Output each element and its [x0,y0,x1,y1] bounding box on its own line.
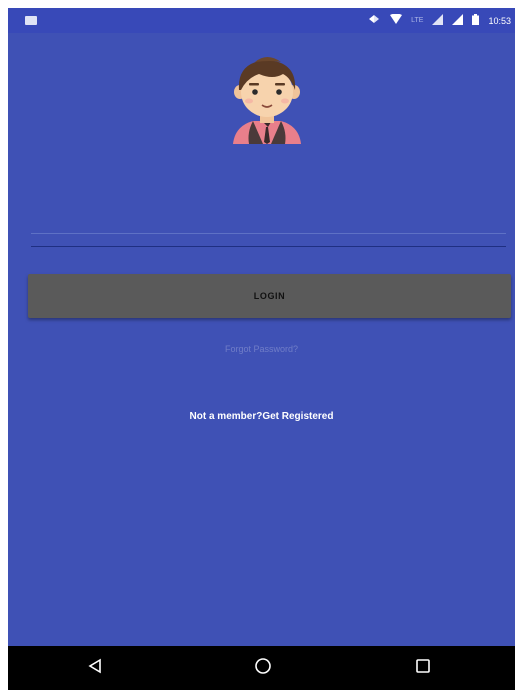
home-button[interactable] [233,646,293,690]
wifi-icon [390,13,403,28]
navigation-bar [8,646,515,690]
login-button[interactable]: LOGIN [28,274,511,318]
signal-icon [452,13,464,29]
back-button[interactable] [65,646,125,690]
signal-icon [432,13,444,29]
data-sync-icon [367,13,381,29]
battery-icon [472,13,480,29]
forgot-password-link[interactable]: Forgot Password? [8,344,515,354]
back-icon [87,658,103,679]
status-bar: LTE 10:53 [8,8,515,33]
notification-icon [25,16,37,25]
register-link[interactable]: Not a member?Get Registered [8,411,515,422]
home-icon [254,657,272,680]
login-screen: LTE 10:53 LOGIN Forgot Password? Not a m… [8,8,515,690]
network-type-label: LTE [411,17,424,24]
password-field[interactable] [31,218,506,247]
recents-button[interactable] [393,646,453,690]
avatar-icon [219,48,315,144]
recents-icon [415,658,431,679]
clock: 10:53 [488,16,511,26]
status-icons: LTE 10:53 [367,13,511,29]
